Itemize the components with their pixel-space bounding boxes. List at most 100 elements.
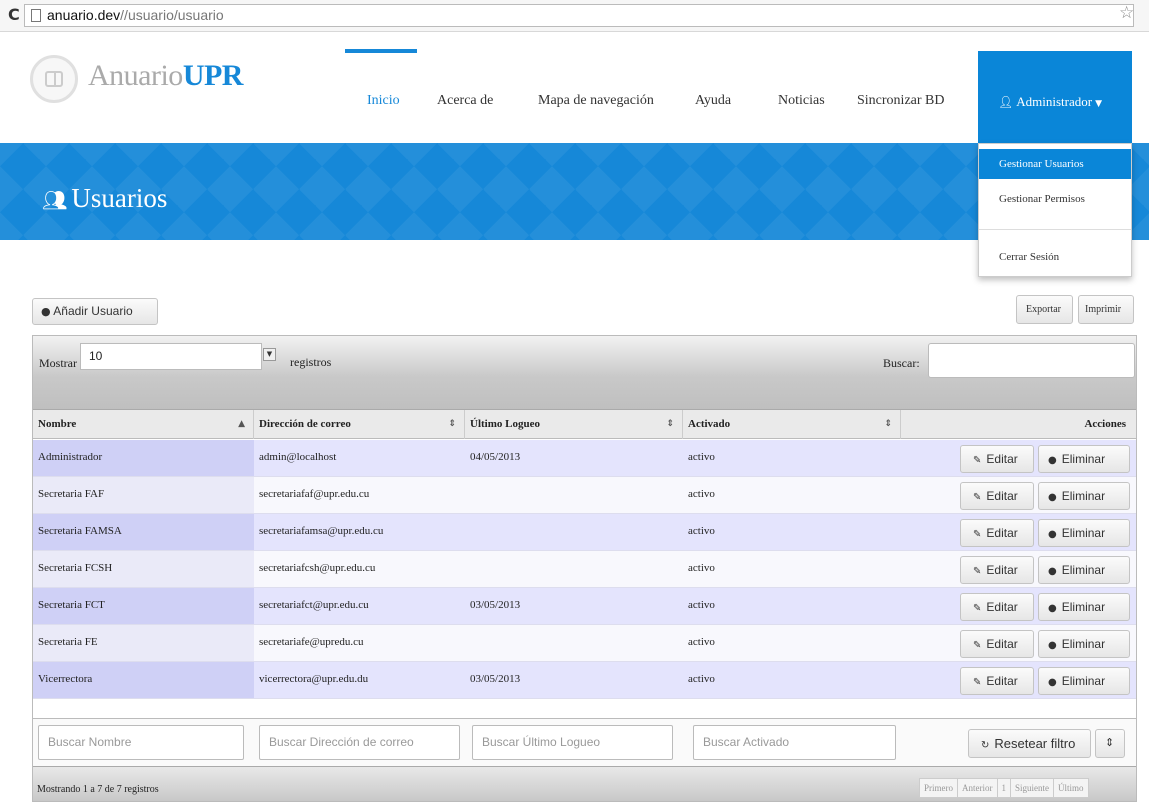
edit-button[interactable]: ✎ Editar [960,482,1034,510]
pencil-icon: ✎ [973,566,982,577]
sort-asc-icon: ▲ [238,419,245,429]
page-title: 👥︎ Usuarios [42,183,168,213]
export-button[interactable]: Exportar [1016,295,1073,324]
filter-email-input[interactable]: Buscar Dirección de correo [259,725,460,760]
add-user-button[interactable]: ● Añadir Usuario [32,298,158,325]
column-header-nombre[interactable]: Nombre ▲ [33,410,254,439]
url-field[interactable]: anuario.dev//usuario/usuario [24,4,1134,27]
cell-name: Secretaria FCT [38,599,105,611]
user-icon: 👤︎ [998,95,1014,109]
search-input[interactable] [928,343,1135,378]
print-button[interactable]: Imprimir [1078,295,1134,324]
filter-row: Buscar Nombre Buscar Dirección de correo… [33,718,1136,766]
delete-button[interactable]: ● Eliminar [1038,593,1130,621]
column-header-logueo[interactable]: Último Logueo ⇕ [465,410,683,439]
cell-email: secretariafamsa@upr.edu.cu [259,525,384,537]
cell-email: admin@localhost [259,451,337,463]
menu-item-cerrar-sesion[interactable]: Cerrar Sesión [979,242,1131,272]
reload-icon[interactable]: C [8,5,20,24]
delete-button[interactable]: ● Eliminar [1038,667,1130,695]
pencil-icon: ✎ [973,492,982,503]
dropdown-arrow-icon[interactable]: ▼ [263,348,276,361]
page-icon [31,9,41,22]
nav-item-noticias[interactable]: Noticias [778,93,825,109]
table-row[interactable]: Secretaria FAMSA secretariafamsa@upr.edu.… [33,514,1136,551]
cell-last-login: 03/05/2013 [470,599,521,611]
cell-last-login: 03/05/2013 [470,673,521,685]
nav-item-acerca[interactable]: Acerca de [437,93,493,109]
filter-active-input[interactable]: Buscar Activado [693,725,896,760]
cell-email: secretariafcsh@upr.edu.cu [259,562,376,574]
filter-login-input[interactable]: Buscar Último Logueo [472,725,673,760]
edit-button[interactable]: ✎ Editar [960,519,1034,547]
page-banner: 👥︎ Usuarios [0,143,1149,240]
user-menu-button[interactable]: 👤︎ Administrador ▼ [978,51,1132,143]
nav-item-inicio[interactable]: Inicio [367,93,400,109]
page-size-select[interactable]: 10 [80,343,262,370]
records-label: registros [290,355,332,369]
table-controls: Mostrar 10 ▼ registros Buscar: [33,336,1136,409]
table-row[interactable]: Vicerrectora vicerrectora@upr.edu.du 03/05… [33,662,1136,699]
sort-icon: ⇕ [884,419,892,429]
edit-button[interactable]: ✎ Editar [960,556,1034,584]
pager-last[interactable]: Último [1053,778,1089,798]
pencil-icon: ✎ [973,529,982,540]
cell-active: activo [688,636,715,648]
table-row[interactable]: Secretaria FAF secretariafaf@upr.edu.cu ac… [33,477,1136,514]
cell-email: secretariafct@upr.edu.cu [259,599,369,611]
table-row[interactable]: Secretaria FCT secretariafct@upr.edu.cu 03… [33,588,1136,625]
cell-name: Secretaria FAF [38,488,105,500]
delete-button[interactable]: ● Eliminar [1038,482,1130,510]
delete-button[interactable]: ● Eliminar [1038,445,1130,473]
pager-first[interactable]: Primero [919,778,958,798]
cell-active: activo [688,562,715,574]
pager-next[interactable]: Siguiente [1010,778,1054,798]
nav-item-sincronizar[interactable]: Sincronizar BD [857,93,944,109]
edit-button[interactable]: ✎ Editar [960,667,1034,695]
table-row[interactable]: Secretaria FCSH secretariafcsh@upr.edu.cu… [33,551,1136,588]
table-row[interactable]: Secretaria FE secretariafe@upredu.cu activ… [33,625,1136,662]
reset-icon: ↻ [981,740,990,751]
column-header-activado[interactable]: Activado ⇕ [683,410,901,439]
sort-icon: ⇕ [666,419,674,429]
minus-circle-icon: ● [1048,603,1057,614]
menu-item-gestionar-usuarios[interactable]: Gestionar Usuarios [979,149,1131,179]
nav-item-mapa[interactable]: Mapa de navegación [538,93,654,109]
nav-item-ayuda[interactable]: Ayuda [695,93,731,109]
logo-text[interactable]: AnuarioUPR [88,59,243,93]
edit-button[interactable]: ✎ Editar [960,593,1034,621]
delete-button[interactable]: ● Eliminar [1038,630,1130,658]
user-menu-label: Administrador [1016,94,1093,109]
search-label: Buscar: [883,356,920,370]
column-header-correo[interactable]: Dirección de correo ⇕ [254,410,465,439]
menu-item-gestionar-permisos[interactable]: Gestionar Permisos [979,184,1131,214]
bookmark-star-icon[interactable]: ☆ [1119,3,1134,23]
cell-active: activo [688,451,715,463]
minus-circle-icon: ● [1048,640,1057,651]
minus-circle-icon: ● [1048,492,1057,503]
users-icon: 👥︎ [42,188,68,212]
nav-active-indicator [345,49,417,53]
delete-button[interactable]: ● Eliminar [1038,519,1130,547]
reset-options-icon[interactable]: ⇕ [1095,729,1125,758]
cell-email: vicerrectora@upr.edu.du [259,673,369,685]
pencil-icon: ✎ [973,677,982,688]
cell-email: secretariafaf@upr.edu.cu [259,488,370,500]
table-row[interactable]: Administrador admin@localhost 04/05/2013 ac… [33,440,1136,477]
show-label: Mostrar [39,356,77,370]
pencil-icon: ✎ [973,455,982,466]
edit-button[interactable]: ✎ Editar [960,445,1034,473]
logo-book-icon[interactable] [30,55,78,103]
pager-page-1[interactable]: 1 [996,778,1011,798]
caret-down-icon: ▼ [1095,99,1102,109]
minus-circle-icon: ● [1048,566,1057,577]
delete-button[interactable]: ● Eliminar [1038,556,1130,584]
reset-filter-button[interactable]: ↻ Resetear filtro [968,729,1091,758]
user-dropdown-menu: Gestionar Usuarios Gestionar Permisos Ce… [978,143,1132,277]
pencil-icon: ✎ [973,640,982,651]
pager-prev[interactable]: Anterior [957,778,998,798]
edit-button[interactable]: ✎ Editar [960,630,1034,658]
cell-active: activo [688,525,715,537]
filter-name-input[interactable]: Buscar Nombre [38,725,244,760]
minus-circle-icon: ● [1048,455,1057,466]
